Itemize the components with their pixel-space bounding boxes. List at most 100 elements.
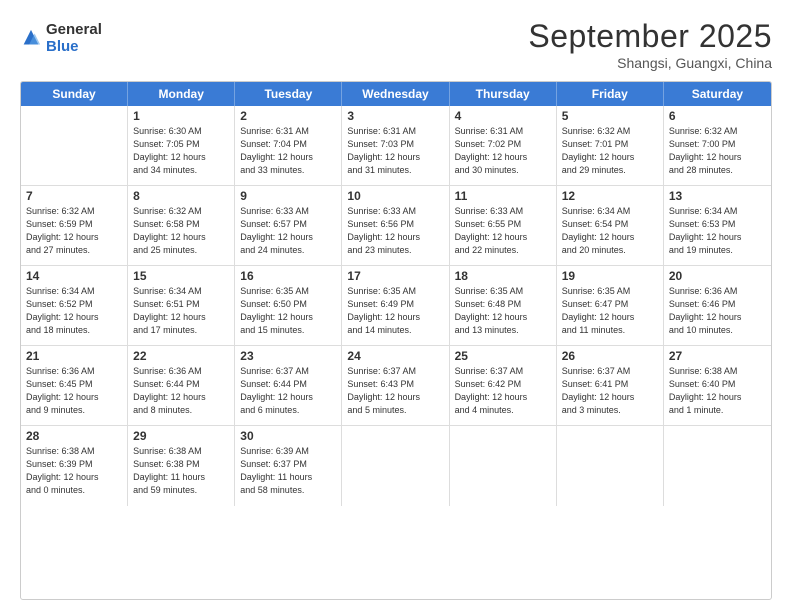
day-info: Sunrise: 6:34 AM Sunset: 6:53 PM Dayligh… xyxy=(669,205,766,257)
day-number: 17 xyxy=(347,269,443,283)
location-subtitle: Shangsi, Guangxi, China xyxy=(528,55,772,71)
day-cell-25: 25Sunrise: 6:37 AM Sunset: 6:42 PM Dayli… xyxy=(450,346,557,425)
day-info: Sunrise: 6:31 AM Sunset: 7:03 PM Dayligh… xyxy=(347,125,443,177)
day-number: 9 xyxy=(240,189,336,203)
day-cell-19: 19 Sunrise: 6:35 AM Sunset: 6:47 PM Dayli… xyxy=(557,266,664,345)
calendar-body: 1 Sunrise: 6:30 AM Sunset: 7:05 PM Daylig… xyxy=(21,106,771,506)
header-day-thursday: Thursday xyxy=(450,82,557,106)
day-number: 22 xyxy=(133,349,229,363)
day-info: Sunrise: 6:34 AM Sunset: 6:52 PM Dayligh… xyxy=(26,285,122,337)
empty-cell xyxy=(557,426,664,506)
day-info: Sunrise: 6:33 AM Sunset: 6:56 PM Dayligh… xyxy=(347,205,443,257)
day-cell-11: 11Sunrise: 6:33 AM Sunset: 6:55 PM Dayli… xyxy=(450,186,557,265)
day-info: Sunrise: 6:32 AM Sunset: 7:01 PM Dayligh… xyxy=(562,125,658,177)
day-cell-2: 2 Sunrise: 6:31 AM Sunset: 7:04 PM Daylig… xyxy=(235,106,342,185)
day-number: 16 xyxy=(240,269,336,283)
day-number: 10 xyxy=(347,189,443,203)
calendar-week-5: 28 Sunrise: 6:38 AM Sunset: 6:39 PM Dayli… xyxy=(21,426,771,506)
day-number: 7 xyxy=(26,189,122,203)
day-cell-10: 10 Sunrise: 6:33 AM Sunset: 6:56 PM Dayli… xyxy=(342,186,449,265)
day-cell-27: 27 Sunrise: 6:38 AM Sunset: 6:40 PM Dayli… xyxy=(664,346,771,425)
empty-cell xyxy=(21,106,128,185)
header-day-saturday: Saturday xyxy=(664,82,771,106)
day-number: 26 xyxy=(562,349,658,363)
day-cell-21: 21 Sunrise: 6:36 AM Sunset: 6:45 PM Dayli… xyxy=(21,346,128,425)
day-info: Sunrise: 6:35 AM Sunset: 6:47 PM Dayligh… xyxy=(562,285,658,337)
day-info: Sunrise: 6:31 AM Sunset: 7:02 PM Dayligh… xyxy=(455,125,551,177)
day-cell-3: 3 Sunrise: 6:31 AM Sunset: 7:03 PM Daylig… xyxy=(342,106,449,185)
day-cell-30: 30 Sunrise: 6:39 AM Sunset: 6:37 PM Dayli… xyxy=(235,426,342,506)
empty-cell xyxy=(342,426,449,506)
day-info: Sunrise: 6:33 AM Sunset: 6:55 PM Dayligh… xyxy=(455,205,551,257)
logo: General Blue xyxy=(20,22,102,55)
day-number: 19 xyxy=(562,269,658,283)
day-info: Sunrise: 6:35 AM Sunset: 6:49 PM Dayligh… xyxy=(347,285,443,337)
day-cell-23: 23Sunrise: 6:37 AM Sunset: 6:44 PM Dayli… xyxy=(235,346,342,425)
header-day-sunday: Sunday xyxy=(21,82,128,106)
day-cell-13: 13Sunrise: 6:34 AM Sunset: 6:53 PM Dayli… xyxy=(664,186,771,265)
day-info: Sunrise: 6:39 AM Sunset: 6:37 PM Dayligh… xyxy=(240,445,336,497)
header-day-friday: Friday xyxy=(557,82,664,106)
calendar-week-1: 1 Sunrise: 6:30 AM Sunset: 7:05 PM Daylig… xyxy=(21,106,771,186)
day-number: 27 xyxy=(669,349,766,363)
day-info: Sunrise: 6:32 AM Sunset: 6:58 PM Dayligh… xyxy=(133,205,229,257)
day-number: 15 xyxy=(133,269,229,283)
day-info: Sunrise: 6:37 AM Sunset: 6:43 PM Dayligh… xyxy=(347,365,443,417)
day-info: Sunrise: 6:38 AM Sunset: 6:39 PM Dayligh… xyxy=(26,445,122,497)
header: General Blue September 2025 Shangsi, Gua… xyxy=(20,18,772,71)
day-number: 20 xyxy=(669,269,766,283)
day-info: Sunrise: 6:35 AM Sunset: 6:48 PM Dayligh… xyxy=(455,285,551,337)
day-cell-5: 5 Sunrise: 6:32 AM Sunset: 7:01 PM Daylig… xyxy=(557,106,664,185)
day-cell-4: 4 Sunrise: 6:31 AM Sunset: 7:02 PM Daylig… xyxy=(450,106,557,185)
day-info: Sunrise: 6:31 AM Sunset: 7:04 PM Dayligh… xyxy=(240,125,336,177)
day-number: 2 xyxy=(240,109,336,123)
day-cell-28: 28 Sunrise: 6:38 AM Sunset: 6:39 PM Dayli… xyxy=(21,426,128,506)
day-info: Sunrise: 6:36 AM Sunset: 6:44 PM Dayligh… xyxy=(133,365,229,417)
day-info: Sunrise: 6:30 AM Sunset: 7:05 PM Dayligh… xyxy=(133,125,229,177)
day-cell-8: 8 Sunrise: 6:32 AM Sunset: 6:58 PM Daylig… xyxy=(128,186,235,265)
day-info: Sunrise: 6:38 AM Sunset: 6:40 PM Dayligh… xyxy=(669,365,766,417)
day-info: Sunrise: 6:34 AM Sunset: 6:54 PM Dayligh… xyxy=(562,205,658,257)
day-info: Sunrise: 6:37 AM Sunset: 6:41 PM Dayligh… xyxy=(562,365,658,417)
logo-general-text: General xyxy=(46,22,102,39)
day-info: Sunrise: 6:35 AM Sunset: 6:50 PM Dayligh… xyxy=(240,285,336,337)
day-number: 28 xyxy=(26,429,122,443)
day-number: 21 xyxy=(26,349,122,363)
day-info: Sunrise: 6:33 AM Sunset: 6:57 PM Dayligh… xyxy=(240,205,336,257)
day-number: 5 xyxy=(562,109,658,123)
calendar-week-3: 14 Sunrise: 6:34 AM Sunset: 6:52 PM Dayli… xyxy=(21,266,771,346)
day-info: Sunrise: 6:36 AM Sunset: 6:45 PM Dayligh… xyxy=(26,365,122,417)
day-number: 6 xyxy=(669,109,766,123)
logo-blue-text: Blue xyxy=(46,39,102,56)
month-title: September 2025 xyxy=(528,18,772,55)
day-cell-7: 7Sunrise: 6:32 AM Sunset: 6:59 PM Daylig… xyxy=(21,186,128,265)
day-cell-16: 16 Sunrise: 6:35 AM Sunset: 6:50 PM Dayli… xyxy=(235,266,342,345)
page: General Blue September 2025 Shangsi, Gua… xyxy=(0,0,792,612)
day-cell-1: 1 Sunrise: 6:30 AM Sunset: 7:05 PM Daylig… xyxy=(128,106,235,185)
day-cell-9: 9 Sunrise: 6:33 AM Sunset: 6:57 PM Daylig… xyxy=(235,186,342,265)
day-info: Sunrise: 6:37 AM Sunset: 6:44 PM Dayligh… xyxy=(240,365,336,417)
day-cell-26: 26 Sunrise: 6:37 AM Sunset: 6:41 PM Dayli… xyxy=(557,346,664,425)
day-cell-17: 17 Sunrise: 6:35 AM Sunset: 6:49 PM Dayli… xyxy=(342,266,449,345)
header-day-wednesday: Wednesday xyxy=(342,82,449,106)
title-block: September 2025 Shangsi, Guangxi, China xyxy=(528,18,772,71)
day-number: 14 xyxy=(26,269,122,283)
header-day-monday: Monday xyxy=(128,82,235,106)
day-info: Sunrise: 6:38 AM Sunset: 6:38 PM Dayligh… xyxy=(133,445,229,497)
empty-cell xyxy=(664,426,771,506)
day-number: 3 xyxy=(347,109,443,123)
day-number: 1 xyxy=(133,109,229,123)
day-cell-29: 29Sunrise: 6:38 AM Sunset: 6:38 PM Dayli… xyxy=(128,426,235,506)
day-info: Sunrise: 6:32 AM Sunset: 7:00 PM Dayligh… xyxy=(669,125,766,177)
header-day-tuesday: Tuesday xyxy=(235,82,342,106)
calendar-week-2: 7Sunrise: 6:32 AM Sunset: 6:59 PM Daylig… xyxy=(21,186,771,266)
day-cell-15: 15Sunrise: 6:34 AM Sunset: 6:51 PM Dayli… xyxy=(128,266,235,345)
day-cell-22: 22 Sunrise: 6:36 AM Sunset: 6:44 PM Dayli… xyxy=(128,346,235,425)
day-info: Sunrise: 6:37 AM Sunset: 6:42 PM Dayligh… xyxy=(455,365,551,417)
day-number: 8 xyxy=(133,189,229,203)
day-cell-24: 24Sunrise: 6:37 AM Sunset: 6:43 PM Dayli… xyxy=(342,346,449,425)
day-number: 12 xyxy=(562,189,658,203)
day-number: 30 xyxy=(240,429,336,443)
day-number: 4 xyxy=(455,109,551,123)
day-cell-20: 20Sunrise: 6:36 AM Sunset: 6:46 PM Dayli… xyxy=(664,266,771,345)
